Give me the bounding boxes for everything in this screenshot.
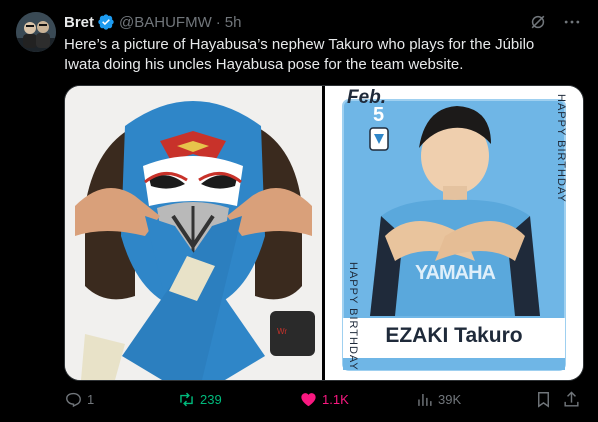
bookmark-icon — [538, 392, 549, 408]
timestamp[interactable]: 5h — [225, 14, 242, 31]
tweet-text: Here’s a picture of Hayabusa’s nephew Ta… — [64, 36, 535, 73]
svg-text:Wr: Wr — [277, 327, 287, 336]
reply-button[interactable]: 1 — [64, 390, 94, 409]
like-button[interactable]: 1.1K — [299, 390, 349, 409]
author-handle[interactable]: @BAHUFMW — [119, 14, 212, 31]
repost-icon — [180, 392, 193, 407]
card-shirt-sponsor: YAMAHA — [415, 262, 496, 284]
action-bar: 1 239 1.1K 39K — [64, 390, 582, 412]
separator-dot: · — [215, 13, 221, 31]
verified-badge-icon — [98, 14, 114, 30]
avatar[interactable] — [16, 12, 56, 52]
more-icon[interactable] — [562, 12, 582, 32]
repost-button[interactable]: 239 — [177, 390, 222, 409]
card-side-text-right: HAPPY BIRTHDAY — [555, 94, 567, 203]
views-count: 39K — [438, 392, 462, 407]
bookmark-button[interactable] — [534, 390, 553, 409]
share-icon — [564, 391, 579, 407]
reply-count: 1 — [87, 392, 95, 407]
tweet[interactable]: Bret @BAHUFMW · 5h Here’s a picture of H… — [0, 0, 598, 422]
like-count: 1.1K — [322, 392, 349, 407]
views-button[interactable]: 39K — [415, 390, 461, 409]
card-player-name: EZAKI Takuro — [385, 324, 523, 347]
tweet-media[interactable]: Wr Feb. 5 HAPPY BIRTHDAY HAPPY BIRTHDAY … — [64, 85, 584, 381]
birthday-card-photo[interactable]: Feb. 5 HAPPY BIRTHDAY HAPPY BIRTHDAY YAM… — [325, 86, 583, 380]
author-name[interactable]: Bret — [64, 14, 94, 31]
wrestler-photo[interactable]: Wr — [65, 86, 322, 380]
card-side-text-left: HAPPY BIRTHDAY — [347, 262, 359, 371]
tweet-header: Bret @BAHUFMW · 5h — [64, 12, 582, 32]
repost-count: 239 — [200, 392, 222, 407]
views-icon — [418, 393, 432, 406]
reply-icon — [66, 392, 81, 408]
card-day: 5 — [373, 104, 385, 126]
grok-icon[interactable] — [528, 12, 548, 32]
like-icon — [301, 393, 316, 407]
share-button[interactable] — [562, 390, 581, 409]
